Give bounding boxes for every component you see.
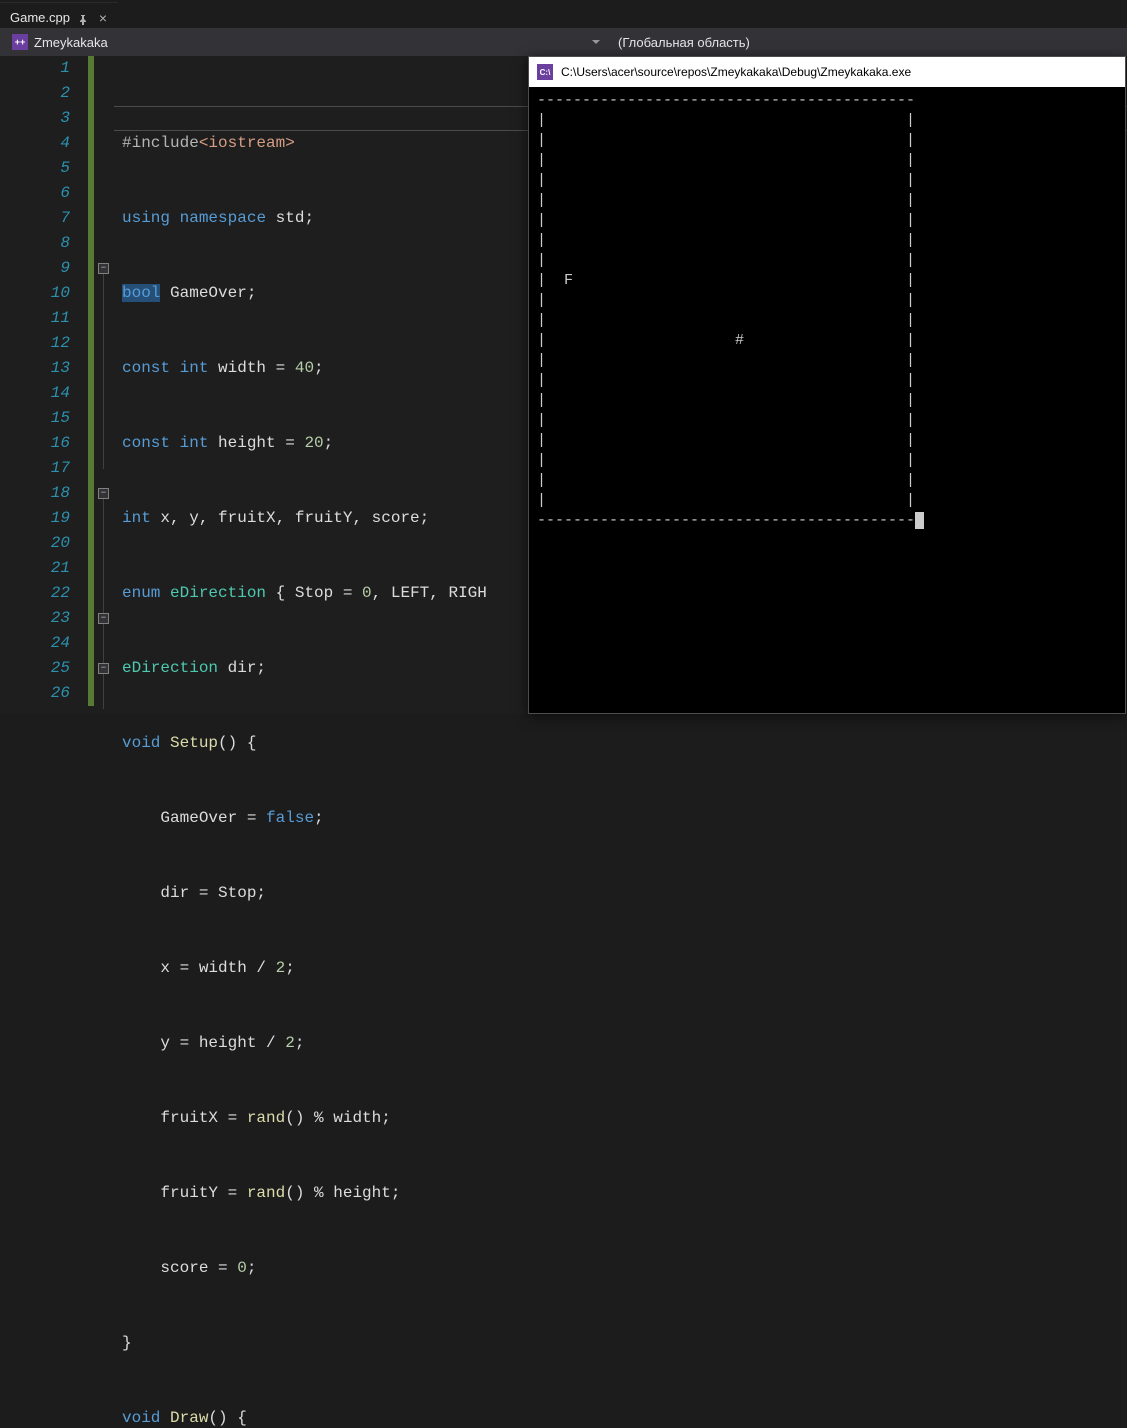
pin-icon[interactable] <box>78 13 88 23</box>
nav-scope-label: (Глобальная область) <box>618 35 750 50</box>
nav-project-label: Zmeykakaka <box>34 35 108 50</box>
console-cursor <box>915 512 924 529</box>
fold-toggle-icon[interactable]: − <box>98 613 109 624</box>
line-number-gutter: 1234567891011121314151617181920212223242… <box>0 56 88 714</box>
fold-toggle-icon[interactable]: − <box>98 663 109 674</box>
tab-label: Game.cpp <box>10 10 70 25</box>
console-output: ----------------------------------------… <box>529 87 1125 535</box>
console-titlebar[interactable]: C:\ C:\Users\acer\source\repos\Zmeykakak… <box>529 57 1125 87</box>
change-marker-column <box>88 56 98 714</box>
fold-toggle-icon[interactable]: − <box>98 263 109 274</box>
close-icon[interactable]: × <box>96 11 110 25</box>
fold-column: − − − − <box>98 56 114 714</box>
cpp-project-icon: ++ <box>12 34 28 50</box>
nav-bar: ++ Zmeykakaka (Глобальная область) <box>0 28 1127 56</box>
tab-game-cpp[interactable]: Game.cpp × <box>0 2 118 28</box>
console-window[interactable]: C:\ C:\Users\acer\source\repos\Zmeykakak… <box>528 56 1126 714</box>
console-title: C:\Users\acer\source\repos\Zmeykakaka\De… <box>561 65 911 79</box>
fold-toggle-icon[interactable]: − <box>98 488 109 499</box>
nav-project-dropdown[interactable]: ++ Zmeykakaka <box>6 28 606 56</box>
console-app-icon: C:\ <box>537 64 553 80</box>
chevron-down-icon <box>592 38 600 46</box>
nav-scope-dropdown[interactable]: (Глобальная область) <box>612 28 1127 56</box>
tab-strip: Game.cpp × <box>0 0 1127 28</box>
